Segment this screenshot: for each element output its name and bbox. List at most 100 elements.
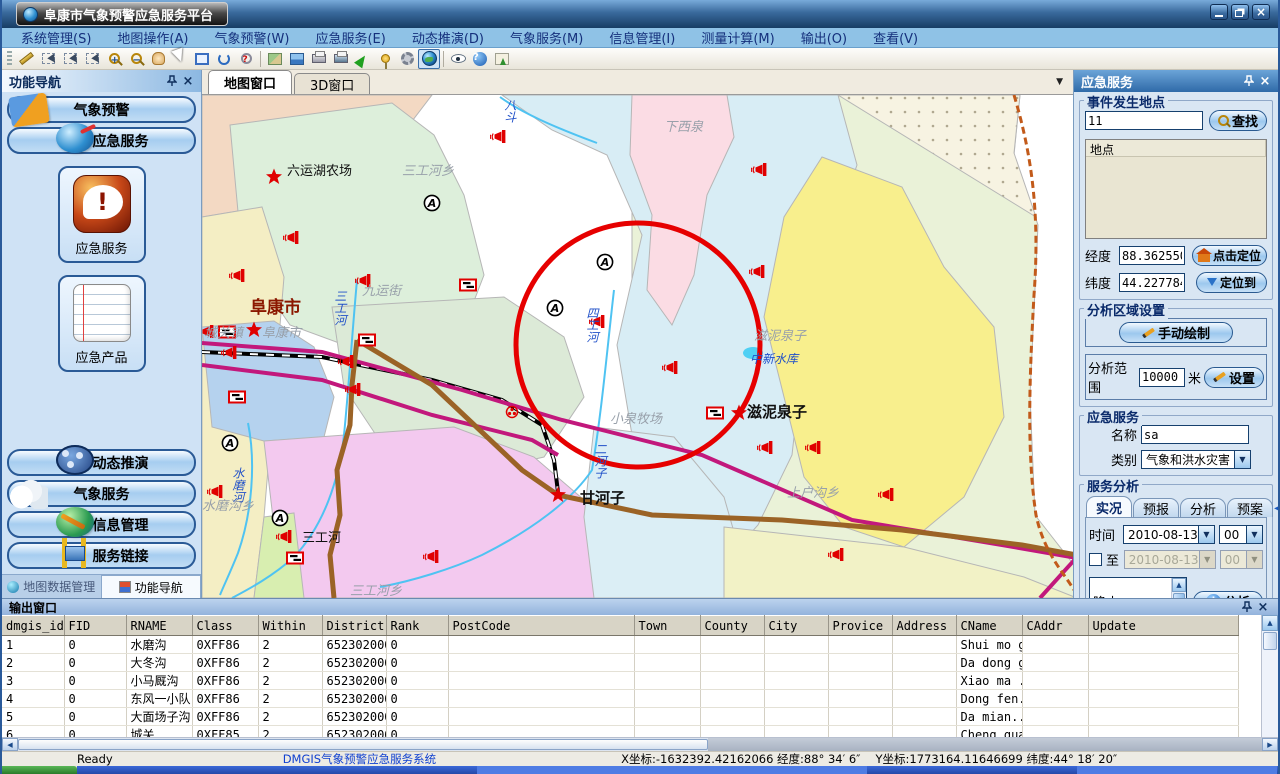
panel-close-icon[interactable]: × xyxy=(180,74,196,89)
pin-icon[interactable] xyxy=(1241,74,1257,89)
menu-item[interactable]: 地图操作(A) xyxy=(104,28,201,47)
toolbar-grip[interactable] xyxy=(7,51,12,67)
element-listbox[interactable]: 降水空气温度 ▲ xyxy=(1089,577,1187,598)
column-header[interactable]: District xyxy=(322,616,386,636)
print-setup-button[interactable] xyxy=(330,49,352,69)
menu-item[interactable]: 气象服务(M) xyxy=(497,28,596,47)
table-row[interactable]: 30小马厩沟0XFF8626523020000Xiao ma ... xyxy=(2,672,1238,690)
emergency-product-button[interactable]: 应急产品 xyxy=(58,275,146,372)
column-header[interactable]: Update xyxy=(1088,616,1238,636)
longitude-input[interactable] xyxy=(1119,246,1185,265)
scrollbar-thumb[interactable] xyxy=(1173,593,1185,598)
nav-button-dynamic-deduction[interactable]: 动态推演 xyxy=(7,449,196,476)
pin-icon[interactable] xyxy=(164,74,180,89)
column-header[interactable]: Class xyxy=(192,616,258,636)
print-button[interactable] xyxy=(308,49,330,69)
find-button[interactable]: 查找 xyxy=(1209,110,1267,131)
tab-3d-window[interactable]: 3D窗口 xyxy=(294,73,370,94)
service-name-input[interactable] xyxy=(1141,425,1249,444)
column-header[interactable]: Provice xyxy=(828,616,892,636)
pan-button[interactable] xyxy=(147,49,169,69)
nav-button-service-links[interactable]: 服务链接 xyxy=(7,542,196,569)
nav-button-weather-warning[interactable]: 气象预警 xyxy=(7,96,196,123)
refresh-button[interactable] xyxy=(213,49,235,69)
poi-button[interactable] xyxy=(374,49,396,69)
nav-button-weather-service[interactable]: 气象服务 xyxy=(7,480,196,507)
map-svg[interactable]: A xyxy=(202,95,1073,598)
column-header[interactable]: FID xyxy=(64,616,126,636)
pin-icon[interactable] xyxy=(1239,600,1255,615)
menu-item[interactable]: 应急服务(E) xyxy=(302,28,398,47)
latitude-input[interactable] xyxy=(1119,273,1185,292)
tab-forecast[interactable]: 预报 xyxy=(1133,498,1179,517)
type-combobox[interactable]: 气象和洪水灾害 ▼ xyxy=(1141,450,1251,469)
select-free-button[interactable] xyxy=(81,49,103,69)
menu-item[interactable]: 气象预警(W) xyxy=(201,28,302,47)
location-list-header[interactable]: 地点 xyxy=(1086,140,1266,157)
location-list[interactable]: 地点 xyxy=(1085,139,1267,239)
scroll-right-icon[interactable]: ▶ xyxy=(1262,738,1278,751)
zoom-in-button[interactable] xyxy=(103,49,125,69)
menu-item[interactable]: 系统管理(S) xyxy=(8,28,104,47)
manual-draw-button[interactable]: 手动绘制 xyxy=(1119,322,1233,343)
measure-button[interactable] xyxy=(15,49,37,69)
column-header[interactable]: PostCode xyxy=(448,616,634,636)
globe-button[interactable] xyxy=(418,49,440,69)
listbox-scrollbar[interactable]: ▲ xyxy=(1171,578,1186,598)
analyze-button[interactable]: i 分析 xyxy=(1193,591,1263,598)
combo-arrow-icon[interactable]: ▼ xyxy=(1234,451,1250,468)
select-button[interactable] xyxy=(37,49,59,69)
column-header[interactable]: County xyxy=(700,616,764,636)
hour-combobox[interactable]: 00 ▼ xyxy=(1219,525,1263,544)
scrollbar-thumb[interactable] xyxy=(1263,632,1277,650)
map-canvas[interactable]: A xyxy=(202,95,1073,598)
column-header[interactable]: Address xyxy=(892,616,956,636)
identify-button[interactable] xyxy=(235,49,257,69)
tab-scroll-left-icon[interactable]: ◀ xyxy=(1274,503,1278,514)
panel-close-icon[interactable]: × xyxy=(1257,74,1273,89)
eye-button[interactable] xyxy=(447,49,469,69)
click-locate-button[interactable]: 点击定位 xyxy=(1192,245,1267,266)
tab-analysis[interactable]: 分析 xyxy=(1180,498,1226,517)
column-header[interactable]: City xyxy=(764,616,828,636)
location-search-input[interactable] xyxy=(1085,111,1203,130)
column-header[interactable]: Within xyxy=(258,616,322,636)
table-horizontal-scrollbar[interactable]: ◀ ▶ xyxy=(2,737,1278,751)
table-vertical-scrollbar[interactable]: ▲ xyxy=(1261,615,1278,737)
locate-to-button[interactable]: 定位到 xyxy=(1196,272,1267,293)
menu-item[interactable]: 输出(O) xyxy=(788,28,860,47)
menu-item[interactable]: 查看(V) xyxy=(860,28,931,47)
column-header[interactable]: CName xyxy=(956,616,1022,636)
tab-function-nav[interactable]: 功能导航 xyxy=(101,575,202,598)
table-row[interactable]: 20大冬沟0XFF8626523020000Da dong gou xyxy=(2,654,1238,672)
column-header[interactable]: dmgis_id xyxy=(2,616,64,636)
hour-to-combobox[interactable]: 00 ▼ xyxy=(1220,550,1263,569)
snapshot-button[interactable] xyxy=(491,49,513,69)
select-polygon-button[interactable] xyxy=(59,49,81,69)
table-row[interactable]: 50大面场子沟0XFF8626523020000Da mian... xyxy=(2,708,1238,726)
menu-item[interactable]: 测量计算(M) xyxy=(688,28,787,47)
layers-button[interactable] xyxy=(264,49,286,69)
list-item[interactable]: 降水 xyxy=(1090,596,1171,598)
range-input[interactable] xyxy=(1139,368,1185,387)
scrollbar-thumb[interactable] xyxy=(18,739,708,750)
panel-close-icon[interactable]: × xyxy=(1255,600,1271,615)
tab-map-data-management[interactable]: 地图数据管理 xyxy=(2,575,101,598)
column-header[interactable]: Town xyxy=(634,616,700,636)
menu-item[interactable]: 信息管理(I) xyxy=(596,28,688,47)
table-row[interactable]: 60城关0XFF8526523020000Cheng guan xyxy=(2,726,1238,738)
column-header[interactable]: CAddr xyxy=(1022,616,1088,636)
export-image-button[interactable] xyxy=(286,49,308,69)
combo-arrow-icon[interactable]: ▼ xyxy=(1198,526,1214,543)
to-checkbox[interactable] xyxy=(1089,553,1102,566)
select-feature-button[interactable] xyxy=(352,49,374,69)
scroll-up-icon[interactable]: ▲ xyxy=(1172,578,1186,592)
minimize-button[interactable] xyxy=(1210,4,1228,20)
nav-button-info-management[interactable]: 信息管理 xyxy=(7,511,196,538)
combo-arrow-icon[interactable]: ▼ xyxy=(1246,526,1262,543)
emergency-service-button[interactable]: ! 应急服务 xyxy=(58,166,146,263)
full-extent-button[interactable] xyxy=(191,49,213,69)
menu-item[interactable]: 动态推演(D) xyxy=(399,28,497,47)
scroll-up-icon[interactable]: ▲ xyxy=(1262,615,1278,631)
table-row[interactable]: 40东风一小队0XFF8626523020000Dong fen... xyxy=(2,690,1238,708)
